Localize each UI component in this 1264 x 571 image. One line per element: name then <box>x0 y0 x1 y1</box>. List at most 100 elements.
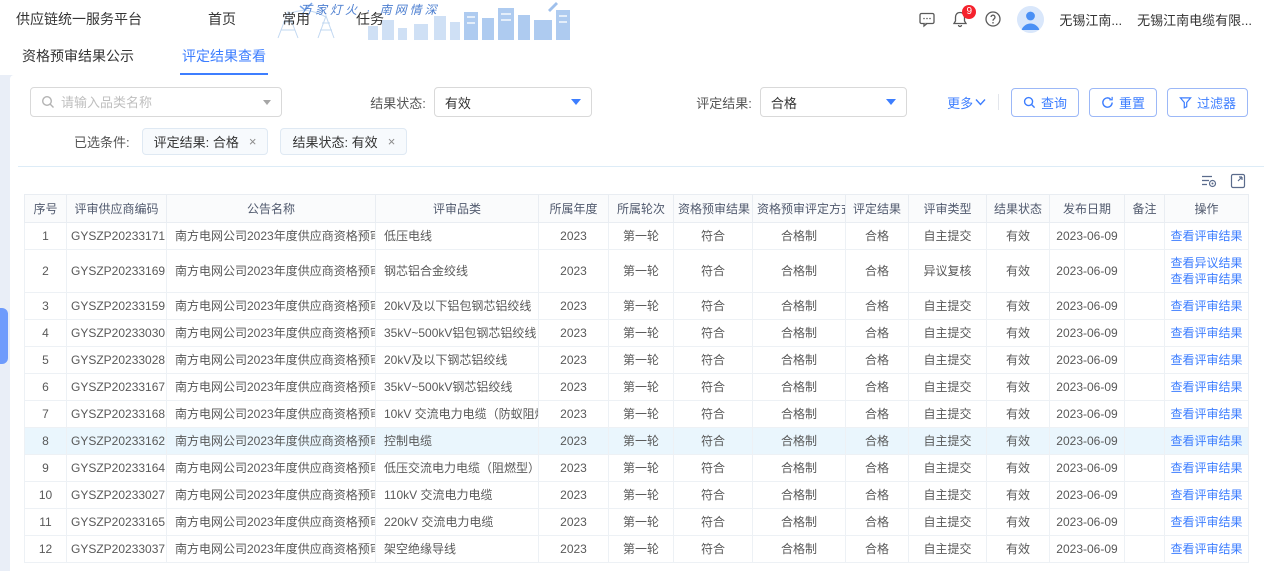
cell-status: 有效 <box>987 482 1050 509</box>
column-header-remark: 备注 <box>1125 195 1165 223</box>
result-status-select[interactable]: 有效 <box>434 87 592 117</box>
cell-remark <box>1125 374 1165 401</box>
avatar[interactable] <box>1017 6 1044 33</box>
cell-status: 有效 <box>987 374 1050 401</box>
funnel-icon <box>1179 96 1192 109</box>
cell-pre_result: 符合 <box>674 250 753 293</box>
view-result-link[interactable]: 查看评审结果 <box>1169 325 1244 341</box>
cell-remark <box>1125 250 1165 293</box>
view-result-link[interactable]: 查看异议结果 <box>1169 255 1244 271</box>
view-result-link[interactable]: 查看评审结果 <box>1169 379 1244 395</box>
tab-0[interactable]: 资格预审结果公示 <box>20 38 136 75</box>
sidebar-collapse-handle[interactable] <box>0 308 8 364</box>
nav-item-2[interactable]: 任务 <box>356 9 384 29</box>
filter-button-label: 过滤器 <box>1197 93 1236 112</box>
app-header: 供应链统一服务平台 首页常用任务 <box>0 0 1264 38</box>
view-result-link[interactable]: 查看评审结果 <box>1169 298 1244 314</box>
cell-publish_date: 2023-06-09 <box>1050 293 1125 320</box>
column-header-status: 结果状态 <box>987 195 1050 223</box>
table-row: 2GYSZP20233169南方电网公司2023年度供应商资格预审公告钢芯铝合金… <box>25 250 1249 293</box>
category-search-input[interactable] <box>61 95 257 110</box>
table-row: 3GYSZP20233159南方电网公司2023年度供应商资格预审公告20kV及… <box>25 293 1249 320</box>
notification-bell-icon[interactable]: 9 <box>951 10 969 28</box>
cell-category: 20kV及以下钢芯铝绞线 <box>376 347 539 374</box>
cell-announcement: 南方电网公司2023年度供应商资格预审公告 <box>167 509 376 536</box>
view-result-link[interactable]: 查看评审结果 <box>1169 541 1244 557</box>
cell-review_type: 自主提交 <box>909 223 987 250</box>
cell-status: 有效 <box>987 293 1050 320</box>
chevron-down-icon <box>886 99 896 105</box>
user-name[interactable]: 无锡江南... <box>1059 10 1122 29</box>
view-result-link[interactable]: 查看评审结果 <box>1169 271 1244 287</box>
cell-review_type: 自主提交 <box>909 374 987 401</box>
query-button[interactable]: 查询 <box>1011 88 1079 117</box>
close-icon[interactable]: × <box>249 135 257 148</box>
cell-round: 第一轮 <box>609 482 674 509</box>
filter-button[interactable]: 过滤器 <box>1167 88 1248 117</box>
cell-round: 第一轮 <box>609 455 674 482</box>
cell-actions: 查看异议结果查看评审结果 <box>1165 250 1249 293</box>
cell-review_type: 自主提交 <box>909 293 987 320</box>
view-result-link[interactable]: 查看评审结果 <box>1169 228 1244 244</box>
company-name[interactable]: 无锡江南电缆有限... <box>1137 10 1252 29</box>
nav-item-1[interactable]: 常用 <box>282 9 310 29</box>
cell-round: 第一轮 <box>609 250 674 293</box>
cell-method: 合格制 <box>753 250 846 293</box>
cell-round: 第一轮 <box>609 509 674 536</box>
more-filters-link[interactable]: 更多 <box>947 93 986 112</box>
cell-actions: 查看评审结果 <box>1165 482 1249 509</box>
cell-remark <box>1125 536 1165 563</box>
cell-supplier_code: GYSZP20233164 <box>67 455 167 482</box>
view-result-link[interactable]: 查看评审结果 <box>1169 487 1244 503</box>
cell-method: 合格制 <box>753 401 846 428</box>
view-result-link[interactable]: 查看评审结果 <box>1169 433 1244 449</box>
cell-actions: 查看评审结果 <box>1165 536 1249 563</box>
cell-year: 2023 <box>539 320 609 347</box>
cell-round: 第一轮 <box>609 293 674 320</box>
cell-index: 11 <box>25 509 67 536</box>
cell-category: 控制电缆 <box>376 428 539 455</box>
table-row: 8GYSZP20233162南方电网公司2023年度供应商资格预审公告控制电缆2… <box>25 428 1249 455</box>
cell-supplier_code: GYSZP20233167 <box>67 374 167 401</box>
fullscreen-icon[interactable] <box>1230 173 1246 189</box>
help-icon[interactable] <box>984 10 1002 28</box>
cell-supplier_code: GYSZP20233159 <box>67 293 167 320</box>
cell-index: 2 <box>25 250 67 293</box>
cell-remark <box>1125 509 1165 536</box>
cell-category: 20kV及以下铝包钢芯铝绞线 <box>376 293 539 320</box>
selected-conditions-label: 已选条件: <box>74 132 130 151</box>
reset-button[interactable]: 重置 <box>1089 88 1157 117</box>
cell-year: 2023 <box>539 347 609 374</box>
cell-publish_date: 2023-06-09 <box>1050 223 1125 250</box>
cell-pre_result: 符合 <box>674 293 753 320</box>
table-row: 12GYSZP20233037南方电网公司2023年度供应商资格预审公告架空绝缘… <box>25 536 1249 563</box>
cell-remark <box>1125 401 1165 428</box>
content-area: 结果状态: 有效 评定结果: 合格 更多 查询 <box>0 75 1264 571</box>
cell-review_type: 自主提交 <box>909 455 987 482</box>
tab-1[interactable]: 评定结果查看 <box>180 38 268 75</box>
cell-index: 4 <box>25 320 67 347</box>
cell-status: 有效 <box>987 250 1050 293</box>
view-result-link[interactable]: 查看评审结果 <box>1169 514 1244 530</box>
nav-item-0[interactable]: 首页 <box>208 9 236 29</box>
cell-pre_result: 符合 <box>674 536 753 563</box>
cell-announcement: 南方电网公司2023年度供应商资格预审公告 <box>167 293 376 320</box>
result-status-label: 结果状态: <box>370 93 426 112</box>
cell-status: 有效 <box>987 536 1050 563</box>
message-icon[interactable] <box>918 10 936 28</box>
cell-index: 8 <box>25 428 67 455</box>
table-row: 9GYSZP20233164南方电网公司2023年度供应商资格预审公告低压交流电… <box>25 455 1249 482</box>
view-result-link[interactable]: 查看评审结果 <box>1169 406 1244 422</box>
cell-supplier_code: GYSZP20233162 <box>67 428 167 455</box>
close-icon[interactable]: × <box>388 135 396 148</box>
cell-category: 钢芯铝合金绞线 <box>376 250 539 293</box>
cell-review_type: 自主提交 <box>909 509 987 536</box>
category-search-select[interactable] <box>30 87 282 117</box>
cell-actions: 查看评审结果 <box>1165 293 1249 320</box>
cell-category: 35kV~500kV钢芯铝绞线 <box>376 374 539 401</box>
cell-actions: 查看评审结果 <box>1165 223 1249 250</box>
column-settings-icon[interactable] <box>1200 173 1218 189</box>
eval-result-select[interactable]: 合格 <box>760 87 907 117</box>
view-result-link[interactable]: 查看评审结果 <box>1169 352 1244 368</box>
view-result-link[interactable]: 查看评审结果 <box>1169 460 1244 476</box>
